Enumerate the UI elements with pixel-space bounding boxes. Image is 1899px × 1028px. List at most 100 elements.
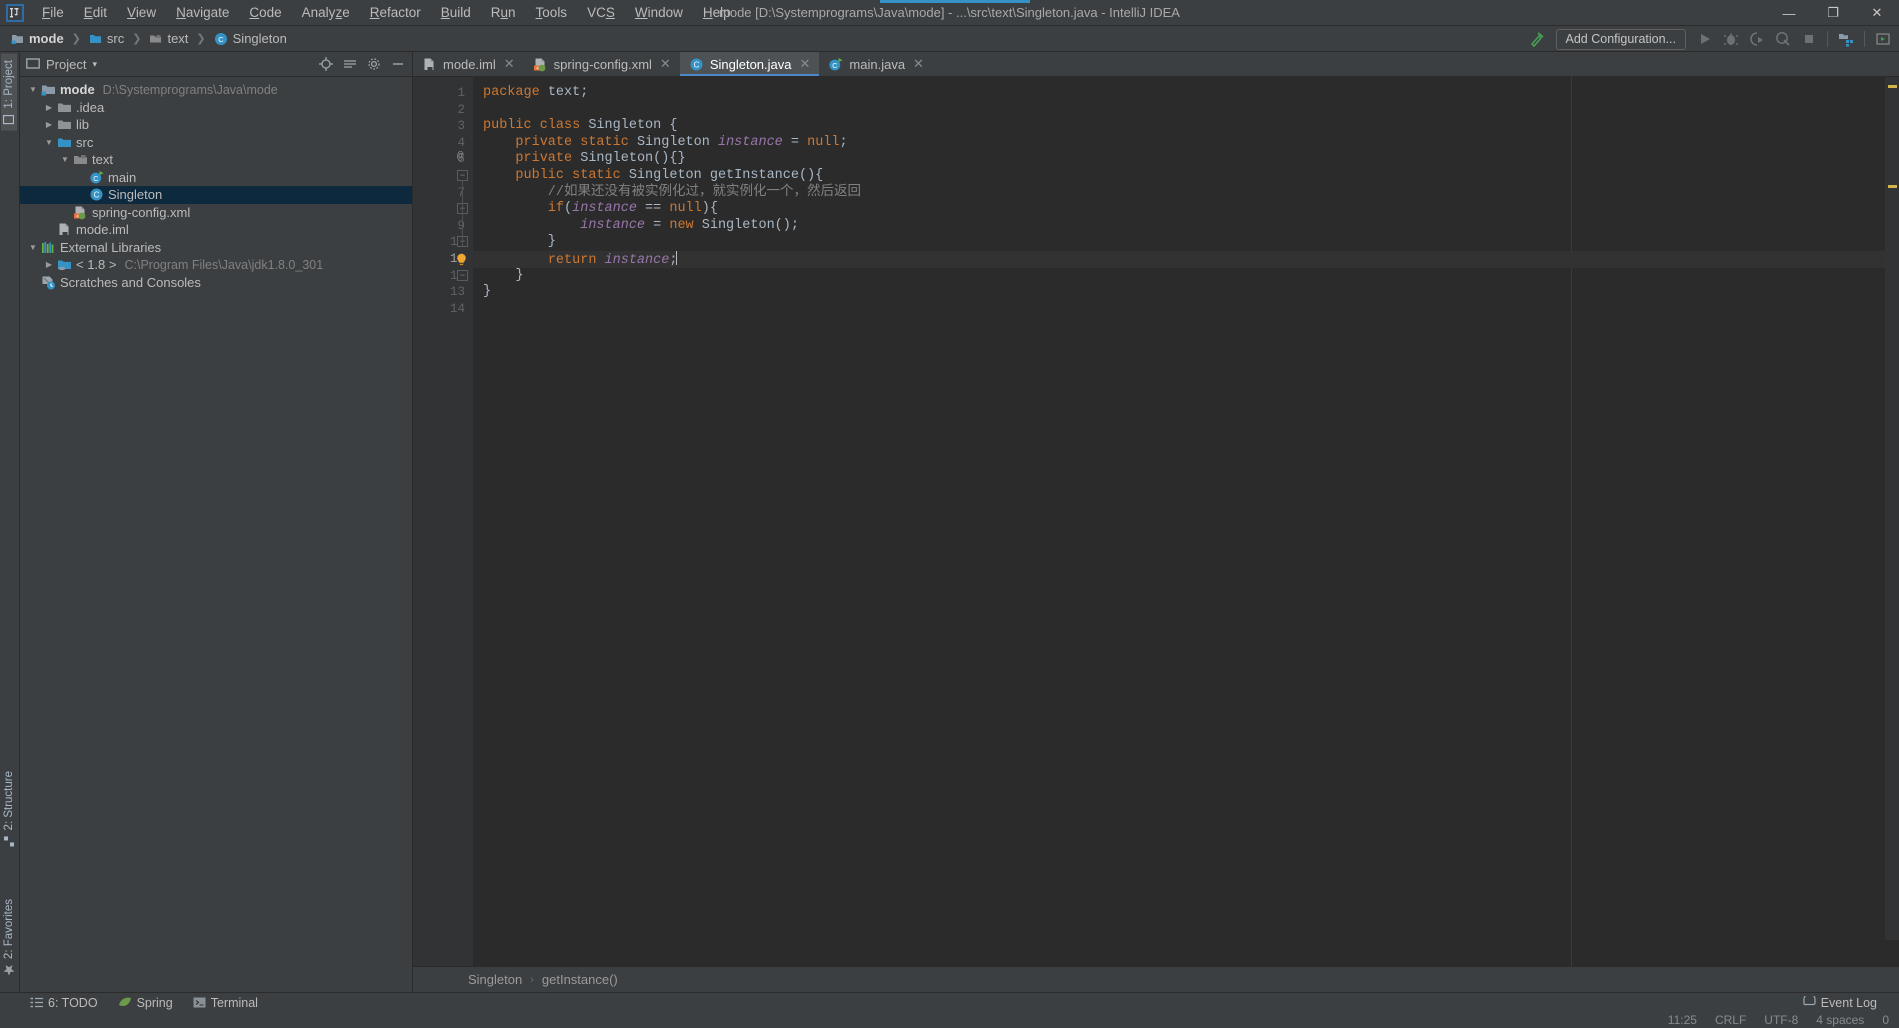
caret-position[interactable]: 11:25	[1668, 1013, 1697, 1027]
code-line[interactable]: return instance;	[473, 250, 1899, 268]
hide-minus-icon[interactable]	[390, 56, 406, 72]
menu-help[interactable]: Help	[693, 2, 741, 23]
error-stripe-mark[interactable]	[1888, 185, 1897, 188]
tool-window-terminal[interactable]: Terminal	[183, 994, 268, 1012]
build-hammer-icon[interactable]	[1525, 28, 1549, 50]
code-text[interactable]: package text; public class Singleton { pr…	[473, 77, 1899, 966]
tree-node-mode-iml[interactable]: mode.iml	[20, 221, 412, 239]
code-line[interactable]	[473, 301, 1899, 318]
tree-node-1-8[interactable]: ▶ < 1.8 > C:\Program Files\Java\jdk1.8.0_3…	[20, 256, 412, 274]
code-line[interactable]: //如果还没有被实例化过，就实例化一个，然后返回	[473, 185, 1899, 202]
project-structure-icon[interactable]	[1834, 28, 1858, 50]
tree-node-lib[interactable]: ▶ lib	[20, 116, 412, 134]
menu-run[interactable]: Run	[481, 2, 526, 23]
line-number[interactable]: 4	[457, 135, 465, 152]
indent-setting[interactable]: 4 spaces	[1816, 1013, 1864, 1027]
editor-tab-spring-config-xml[interactable]: < spring-config.xml ✕	[523, 52, 680, 76]
code-line[interactable]: private static Singleton instance = null…	[473, 135, 1899, 152]
menu-refactor[interactable]: Refactor	[360, 2, 431, 23]
menu-analyze[interactable]: Analyze	[292, 2, 360, 23]
tree-node-external-libraries[interactable]: ▼ External Libraries	[20, 239, 412, 257]
search-everywhere-icon[interactable]	[1871, 28, 1895, 50]
add-configuration-button[interactable]: Add Configuration...	[1555, 28, 1686, 50]
tree-node-mode[interactable]: ▼ mode D:\Systemprograms\Java\mode	[20, 81, 412, 99]
code-line[interactable]: }	[473, 268, 1899, 285]
code-line[interactable]: }	[473, 284, 1899, 301]
menu-view[interactable]: View	[117, 2, 166, 23]
settings-gear-icon[interactable]	[366, 56, 382, 72]
sidebar-item-project[interactable]: 1: Project	[1, 54, 17, 131]
code-editor[interactable]: 1234567891011121314−−−−@ package text;pu…	[413, 77, 1899, 966]
minimize-button[interactable]: —	[1767, 0, 1811, 26]
code-line[interactable]: if(instance == null){	[473, 201, 1899, 218]
chevron-right-icon[interactable]: ▶	[42, 260, 56, 269]
chevron-right-icon[interactable]: ▶	[42, 120, 56, 129]
editor-tab-mode-iml[interactable]: mode.iml ✕	[413, 52, 524, 76]
run-icon[interactable]	[1693, 28, 1717, 50]
tree-node-text[interactable]: ▼ text	[20, 151, 412, 169]
breadcrumb-item-class[interactable]: Singleton	[468, 972, 522, 987]
menu-code[interactable]: Code	[239, 2, 291, 23]
code-line[interactable]: public class Singleton {	[473, 118, 1899, 135]
debug-icon[interactable]	[1719, 28, 1743, 50]
project-tree[interactable]: ▼ mode D:\Systemprograms\Java\mode ▶ .idea ▶ l…	[20, 77, 412, 291]
tool-window-spring[interactable]: Spring	[108, 994, 183, 1012]
navbar-crumb-singleton[interactable]: C Singleton	[211, 30, 290, 47]
sidebar-item-structure[interactable]: 2: Structure	[1, 765, 17, 852]
tree-node-idea[interactable]: ▶ .idea	[20, 99, 412, 117]
tree-node-scratches-and-consoles[interactable]: Scratches and Consoles	[20, 274, 412, 292]
chevron-down-icon[interactable]: ▼	[26, 85, 40, 94]
menu-bar[interactable]: FFileile Edit View Navigate Code Analyze…	[32, 2, 741, 23]
branch-indicator[interactable]: 0	[1882, 1013, 1889, 1027]
tree-node-singleton[interactable]: C Singleton	[20, 186, 412, 204]
menu-file[interactable]: FFileile	[32, 2, 74, 23]
code-line[interactable]: package text;	[473, 85, 1899, 102]
window-controls[interactable]: — ❐ ✕	[1767, 0, 1899, 26]
locate-target-icon[interactable]	[318, 56, 334, 72]
project-panel-actions[interactable]	[318, 56, 406, 72]
tree-node-spring-config-xml[interactable]: < spring-config.xml	[20, 204, 412, 222]
menu-window[interactable]: Window	[625, 2, 693, 23]
intention-bulb-icon[interactable]	[454, 252, 469, 267]
close-icon[interactable]: ✕	[504, 56, 515, 72]
line-number[interactable]: 1	[457, 85, 465, 102]
navbar-crumb-mode[interactable]: mode	[8, 30, 67, 47]
override-marker-icon[interactable]: @	[457, 151, 464, 163]
close-icon[interactable]: ✕	[913, 56, 924, 72]
close-icon[interactable]: ✕	[800, 56, 811, 72]
editor-tab-bar[interactable]: mode.iml ✕ < spring-config.xml ✕ C Singleton.j…	[413, 52, 1899, 77]
stop-icon[interactable]	[1797, 28, 1821, 50]
editor-gutter[interactable]: 1234567891011121314−−−−@	[413, 77, 473, 966]
event-log-area[interactable]: Event Log	[1793, 994, 1899, 1012]
code-line[interactable]	[473, 102, 1899, 119]
menu-tools[interactable]: Tools	[526, 2, 578, 23]
status-bar-right[interactable]: 11:25 CRLF UTF-8 4 spaces 0	[1668, 1013, 1899, 1027]
sidebar-item-favorites[interactable]: 2: Favorites	[1, 893, 17, 982]
editor-breadcrumb[interactable]: Singleton › getInstance()	[413, 966, 1899, 992]
close-button[interactable]: ✕	[1855, 0, 1899, 26]
editor-tab-singleton-java[interactable]: C Singleton.java ✕	[679, 52, 820, 76]
code-line[interactable]: public static Singleton getInstance(){	[473, 168, 1899, 185]
main-toolbar[interactable]: Add Configuration...	[1525, 26, 1896, 52]
breadcrumb-item-method[interactable]: getInstance()	[542, 972, 618, 987]
file-encoding[interactable]: UTF-8	[1764, 1013, 1798, 1027]
chevron-down-icon[interactable]: ▼	[26, 243, 40, 252]
line-separator[interactable]: CRLF	[1715, 1013, 1746, 1027]
menu-build[interactable]: Build	[431, 2, 481, 23]
maximize-button[interactable]: ❐	[1811, 0, 1855, 26]
menu-vcs[interactable]: VCS	[577, 2, 625, 23]
code-line[interactable]: }	[473, 234, 1899, 251]
code-line[interactable]: instance = new Singleton();	[473, 218, 1899, 235]
chevron-down-icon[interactable]: ▼	[42, 138, 56, 147]
run-with-coverage-icon[interactable]	[1745, 28, 1769, 50]
code-line[interactable]: private Singleton(){}	[473, 151, 1899, 168]
error-stripe[interactable]	[1885, 77, 1899, 940]
editor-tab-main-java[interactable]: Cmain.java ✕	[819, 52, 933, 76]
tree-node-src[interactable]: ▼ src	[20, 134, 412, 152]
line-number[interactable]: 13	[450, 284, 465, 301]
menu-edit[interactable]: Edit	[74, 2, 117, 23]
line-number[interactable]: 3	[457, 118, 465, 135]
code-fold-toggle-icon[interactable]: −	[457, 269, 468, 281]
close-icon[interactable]: ✕	[660, 56, 671, 72]
tool-window-todo[interactable]: 6: TODO	[20, 994, 108, 1012]
